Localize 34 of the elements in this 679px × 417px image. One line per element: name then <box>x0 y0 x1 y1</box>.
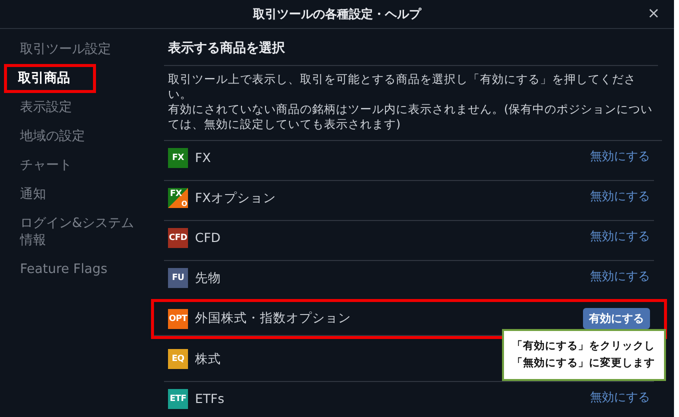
product-badge: OPT <box>168 308 188 328</box>
window-title: 取引ツールの各種設定・ヘルプ <box>253 6 421 22</box>
sidebar-item[interactable]: 取引ツール設定 <box>0 35 125 64</box>
disable-link[interactable]: 無効にする <box>590 228 650 245</box>
sidebar-item[interactable]: Feature Flags <box>0 255 122 284</box>
product-name: 株式 <box>195 351 221 368</box>
section-heading: 表示する商品を選択 <box>164 29 658 66</box>
product-name: 先物 <box>195 270 221 287</box>
product-name: 外国株式・指数オプション <box>195 310 351 327</box>
product-badge: CFD <box>168 228 188 248</box>
description-text: 有効にされていない商品の銘柄はツール内に表示されません。(保有中のポジションについては、無効に設定していても表示されます) <box>168 102 654 132</box>
callout-text: 「有効にする」をクリックし <box>512 339 656 354</box>
product-badge: FX <box>168 148 188 168</box>
product-name: FXオプション <box>195 190 276 207</box>
product-badge: FU <box>168 268 188 288</box>
disable-link[interactable]: 無効にする <box>590 188 650 205</box>
product-name: CFD <box>195 230 221 245</box>
close-button[interactable]: × <box>643 4 664 22</box>
sidebar-item[interactable]: 通知 <box>0 180 60 209</box>
sidebar-item[interactable]: チャート <box>0 151 86 180</box>
product-name: FX <box>195 150 211 165</box>
enable-button[interactable]: 有効にする <box>583 308 650 329</box>
sidebar-item[interactable]: 地域の設定 <box>0 122 99 151</box>
product-badge: EQ <box>168 349 188 369</box>
sidebar-item[interactable]: 表示設定 <box>0 93 86 122</box>
product-name: ETFs <box>195 391 224 406</box>
disable-link[interactable]: 無効にする <box>590 389 650 406</box>
sidebar-item[interactable]: ログイン&システム情報 <box>0 209 152 255</box>
callout-text: 「無効にする」に変更します <box>512 356 656 371</box>
disable-link[interactable]: 無効にする <box>590 148 650 165</box>
disable-link[interactable]: 無効にする <box>590 268 650 285</box>
product-badge: ETF <box>168 389 188 409</box>
description-text: 取引ツール上で表示し、取引を可能とする商品を選択し「有効にする」を押してください。 <box>168 72 637 102</box>
sidebar-item[interactable]: 取引商品 <box>4 64 96 93</box>
